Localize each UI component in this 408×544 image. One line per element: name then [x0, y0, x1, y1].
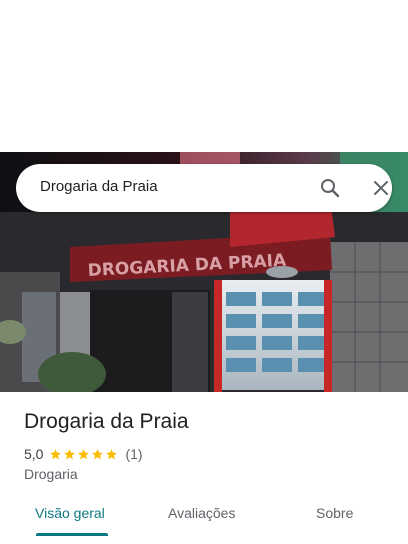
star-icon: [92, 448, 104, 459]
active-tab-indicator: [36, 533, 108, 536]
search-icon[interactable]: [318, 176, 342, 200]
map-area-blank: [0, 0, 408, 152]
place-tabs: Visão geral Avaliações Sobre: [0, 494, 408, 536]
place-category[interactable]: Drogaria: [24, 466, 78, 482]
star-icon: [78, 448, 90, 459]
rating-stars: [49, 448, 119, 461]
search-input[interactable]: Drogaria da Praia: [40, 178, 158, 195]
close-icon[interactable]: [369, 176, 393, 200]
place-title: Drogaria da Praia: [24, 410, 189, 433]
tab-about[interactable]: Sobre: [316, 505, 353, 521]
search-bar[interactable]: Drogaria da Praia: [16, 164, 392, 212]
rating-row[interactable]: 5,0 (1): [24, 445, 143, 463]
review-count[interactable]: (1): [125, 446, 142, 462]
tab-overview[interactable]: Visão geral: [35, 505, 105, 521]
tab-reviews[interactable]: Avaliações: [168, 505, 235, 521]
star-icon: [64, 448, 76, 459]
rating-value: 5,0: [24, 446, 44, 462]
star-icon: [106, 448, 118, 459]
star-icon: [50, 448, 62, 459]
